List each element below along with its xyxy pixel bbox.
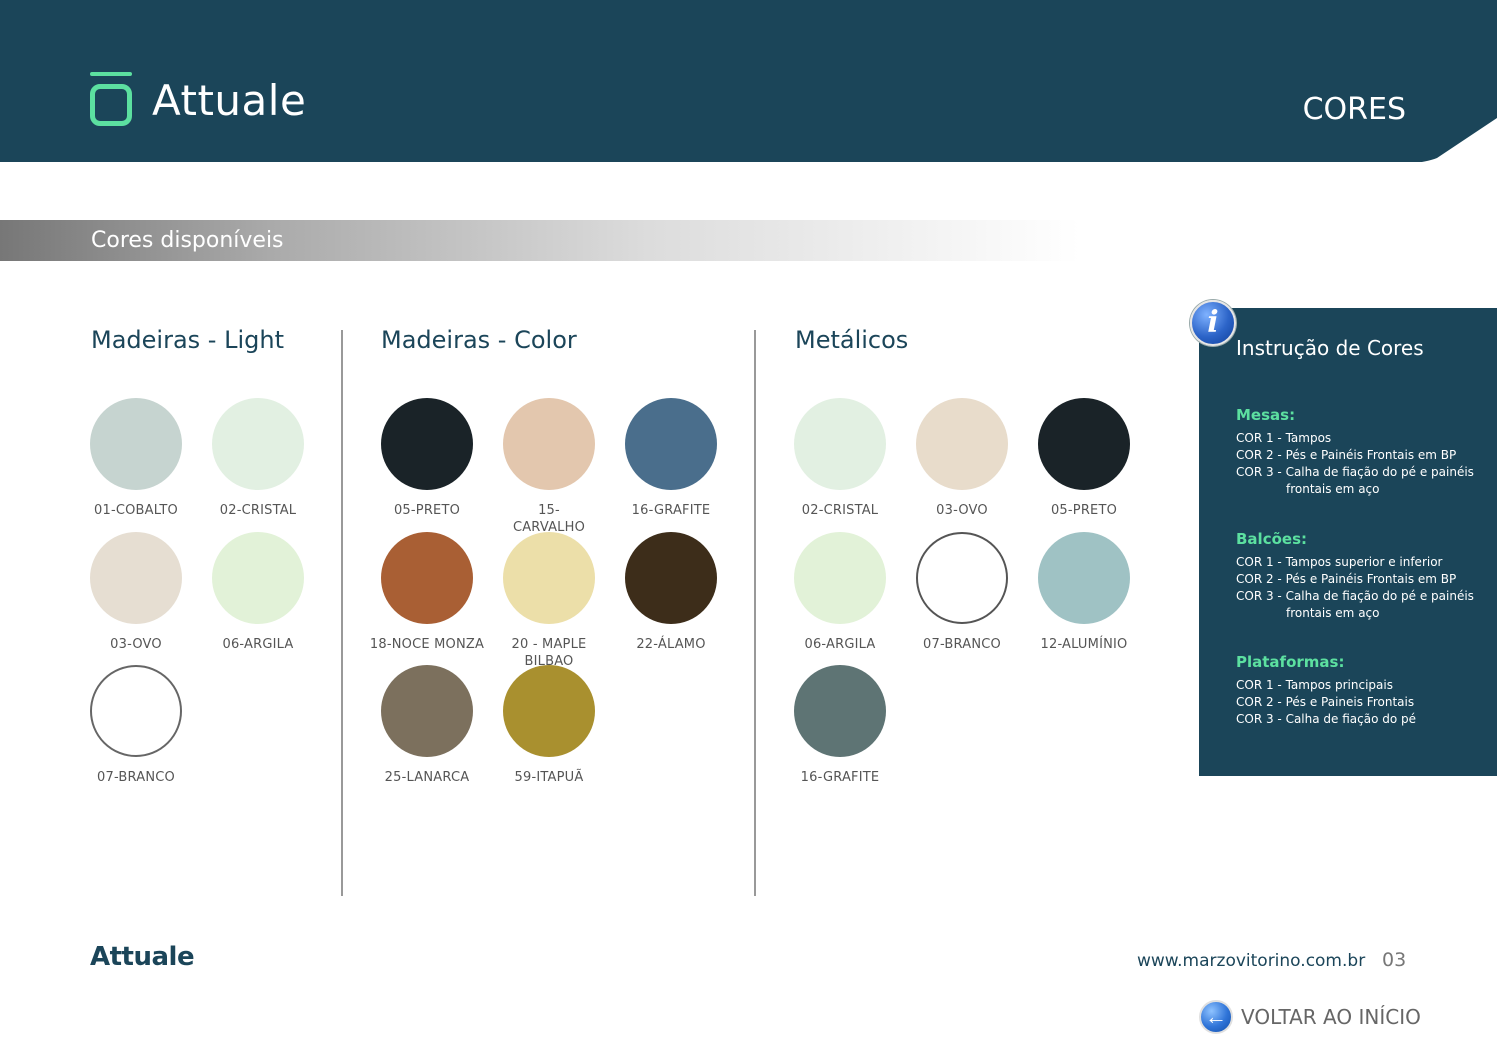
swatch-label: 18-NOCE MONZA bbox=[369, 637, 485, 652]
swatch-item: 05-PRETO bbox=[1024, 398, 1144, 519]
logo-icon bbox=[90, 72, 132, 128]
info-section-mesas: Mesas: COR 1 - Tampos COR 2 - Pés e Pain… bbox=[1236, 406, 1486, 498]
swatch-item: 03-OVO bbox=[76, 532, 196, 653]
section-title: Cores disponíveis bbox=[91, 228, 284, 253]
info-section-balcoes: Balcões: COR 1 - Tampos superior e infer… bbox=[1236, 530, 1486, 622]
color-swatch bbox=[381, 398, 473, 490]
color-swatch bbox=[381, 665, 473, 757]
page-number: 03 bbox=[1382, 949, 1407, 971]
info-icon: i bbox=[1190, 300, 1236, 346]
color-swatch bbox=[90, 398, 182, 490]
swatch-item: 16-GRAFITE bbox=[611, 398, 731, 519]
header-banner: Attuale CORES bbox=[0, 0, 1497, 164]
swatch-item: 02-CRISTAL bbox=[198, 398, 318, 519]
swatch-label: 05-PRETO bbox=[1050, 503, 1118, 518]
footer-brand: Attuale bbox=[90, 942, 195, 972]
swatch-item: 22-ÁLAMO bbox=[611, 532, 731, 653]
header-corner-cut bbox=[1407, 118, 1497, 164]
swatch-label: 12-ALUMÍNIO bbox=[1040, 637, 1128, 652]
swatch-item: 16-GRAFITE bbox=[780, 665, 900, 786]
back-to-start-button[interactable]: ← VOLTAR AO INÍCIO bbox=[1199, 1000, 1421, 1034]
color-instructions-panel: Instrução de Cores Mesas: COR 1 - Tampos… bbox=[1199, 308, 1497, 776]
color-swatch bbox=[916, 532, 1008, 624]
brand-logo: Attuale bbox=[90, 72, 306, 128]
swatch-item: 03-OVO bbox=[902, 398, 1022, 519]
color-swatch bbox=[625, 398, 717, 490]
info-line: COR 2 - Pés e Painéis Frontais em BP bbox=[1236, 448, 1457, 462]
info-heading: Balcões: bbox=[1236, 530, 1307, 548]
swatch-item: 59-ITAPUÃ bbox=[489, 665, 609, 786]
swatch-label: 06-ARGILA bbox=[222, 637, 294, 652]
color-swatch bbox=[916, 398, 1008, 490]
brand-name: Attuale bbox=[152, 75, 307, 125]
info-line: frontais em aço bbox=[1286, 482, 1380, 496]
color-swatch bbox=[794, 398, 886, 490]
color-swatch bbox=[1038, 398, 1130, 490]
swatch-label: 01-COBALTO bbox=[94, 503, 178, 518]
swatch-item: 05-PRETO bbox=[367, 398, 487, 519]
swatch-label: 59-ITAPUÃ bbox=[514, 770, 584, 785]
column-title-madeiras-light: Madeiras - Light bbox=[91, 326, 284, 354]
column-divider bbox=[754, 330, 756, 896]
info-heading: Plataformas: bbox=[1236, 653, 1345, 671]
swatch-label: 06-ARGILA bbox=[804, 637, 876, 652]
info-line: COR 1 - Tampos principais bbox=[1236, 678, 1393, 692]
swatch-item: 07-BRANCO bbox=[902, 532, 1022, 653]
info-line: COR 2 - Pés e Painéis Frontais em BP bbox=[1236, 572, 1457, 586]
swatch-item: 15-CARVALHO PRATA bbox=[489, 398, 609, 553]
swatch-item: 01-COBALTO bbox=[76, 398, 196, 519]
swatch-label: 02-CRISTAL bbox=[219, 503, 297, 518]
color-swatch bbox=[503, 532, 595, 624]
column-title-metalicos: Metálicos bbox=[795, 326, 909, 354]
info-line: frontais em aço bbox=[1286, 606, 1380, 620]
color-swatch bbox=[381, 532, 473, 624]
arrow-left-icon[interactable]: ← bbox=[1199, 1000, 1233, 1034]
color-swatch bbox=[503, 665, 595, 757]
swatch-item: 07-BRANCO bbox=[76, 665, 196, 786]
color-swatch bbox=[212, 398, 304, 490]
swatch-item: 25-LANARCA bbox=[367, 665, 487, 786]
info-line: COR 3 - Calha de fiação do pé bbox=[1236, 712, 1417, 726]
info-section-plataformas: Plataformas: COR 1 - Tampos principais C… bbox=[1236, 653, 1486, 728]
swatch-label: 16-GRAFITE bbox=[800, 770, 880, 785]
color-swatch bbox=[794, 532, 886, 624]
swatch-label: 07-BRANCO bbox=[97, 770, 175, 785]
info-line: COR 2 - Pés e Paineis Frontais bbox=[1236, 695, 1415, 709]
swatch-label: 16-GRAFITE bbox=[631, 503, 711, 518]
swatch-label: 05-PRETO bbox=[393, 503, 461, 518]
swatch-item: 06-ARGILA bbox=[198, 532, 318, 653]
color-swatch bbox=[212, 532, 304, 624]
swatch-label: 22-ÁLAMO bbox=[636, 637, 706, 652]
info-title: Instrução de Cores bbox=[1236, 336, 1424, 360]
swatch-label: 03-OVO bbox=[110, 637, 162, 652]
back-to-start-label[interactable]: VOLTAR AO INÍCIO bbox=[1241, 1005, 1421, 1029]
swatch-label: 25-LANARCA bbox=[384, 770, 470, 785]
swatch-label: 07-BRANCO bbox=[923, 637, 1001, 652]
color-swatch bbox=[503, 398, 595, 490]
info-heading: Mesas: bbox=[1236, 406, 1296, 424]
color-swatch bbox=[90, 665, 182, 757]
color-swatch bbox=[1038, 532, 1130, 624]
swatch-label: 02-CRISTAL bbox=[801, 503, 879, 518]
color-swatch bbox=[794, 665, 886, 757]
column-title-madeiras-color: Madeiras - Color bbox=[381, 326, 577, 354]
info-line: COR 3 - Calha de fiação do pé e painéis bbox=[1236, 589, 1474, 603]
swatch-label: 03-OVO bbox=[936, 503, 988, 518]
swatch-item: 18-NOCE MONZA bbox=[367, 532, 487, 653]
swatch-item: 20 - MAPLE BILBAO bbox=[489, 532, 609, 670]
color-swatch bbox=[625, 532, 717, 624]
color-swatch bbox=[90, 532, 182, 624]
swatch-item: 06-ARGILA bbox=[780, 532, 900, 653]
page-label: CORES bbox=[1302, 92, 1406, 127]
info-line: COR 3 - Calha de fiação do pé e painéis bbox=[1236, 465, 1474, 479]
info-line: COR 1 - Tampos superior e inferior bbox=[1236, 555, 1443, 569]
column-divider bbox=[341, 330, 343, 896]
swatch-item: 02-CRISTAL bbox=[780, 398, 900, 519]
swatch-item: 12-ALUMÍNIO bbox=[1024, 532, 1144, 653]
info-line: COR 1 - Tampos bbox=[1236, 431, 1332, 445]
website-link[interactable]: www.marzovitorino.com.br bbox=[1137, 951, 1365, 971]
